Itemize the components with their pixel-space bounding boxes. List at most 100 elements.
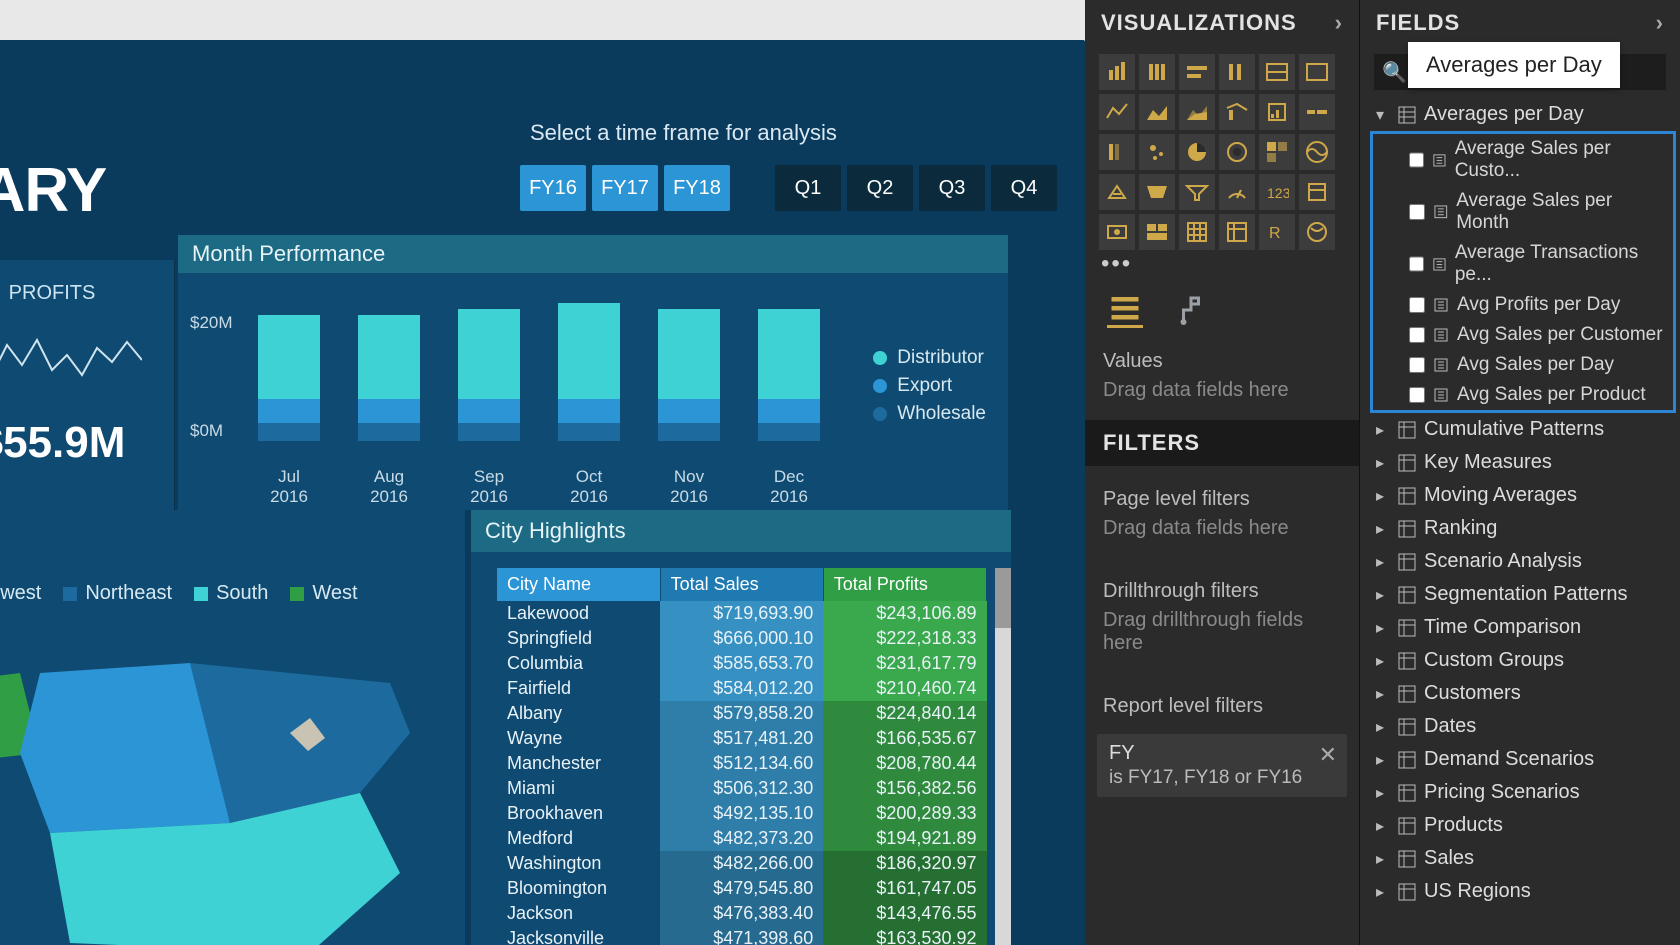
bar-Dec2016[interactable] <box>758 309 820 441</box>
viz-type-22[interactable]: 123 <box>1259 174 1295 210</box>
table-row[interactable]: Washington$482,266.00$186,320.97 <box>497 851 987 876</box>
table-row[interactable]: Medford$482,373.20$194,921.89 <box>497 826 987 851</box>
field-average-sales-per-month[interactable]: Average Sales per Month <box>1373 186 1673 238</box>
viz-type-10[interactable] <box>1259 94 1295 130</box>
remove-filter-icon[interactable]: ✕ <box>1319 742 1337 768</box>
table-key-measures[interactable]: ▸Key Measures <box>1366 446 1680 479</box>
table-row[interactable]: Jacksonville$471,398.60$163,530.92 <box>497 926 987 945</box>
bar-Oct2016[interactable] <box>558 303 620 441</box>
viz-type-29[interactable] <box>1299 214 1335 250</box>
bar-Jul2016[interactable] <box>258 315 320 441</box>
table-row[interactable]: Miami$506,312.30$156,382.56 <box>497 776 987 801</box>
field-checkbox[interactable] <box>1409 327 1425 343</box>
viz-type-12[interactable] <box>1099 134 1135 170</box>
viz-type-13[interactable] <box>1139 134 1175 170</box>
fy18-button[interactable]: FY18 <box>664 165 730 211</box>
table-row[interactable]: Manchester$512,134.60$208,780.44 <box>497 751 987 776</box>
table-pricing-scenarios[interactable]: ▸Pricing Scenarios <box>1366 776 1680 809</box>
page-filters-dropwell[interactable]: Drag data fields here <box>1085 517 1359 558</box>
table-row[interactable]: Brookhaven$492,135.10$200,289.33 <box>497 801 987 826</box>
fields-tab-icon[interactable] <box>1107 292 1143 328</box>
q2-button[interactable]: Q2 <box>847 165 913 211</box>
report-filter-fy[interactable]: FY is FY17, FY18 or FY16 ✕ <box>1097 734 1347 797</box>
field-checkbox[interactable] <box>1409 357 1425 373</box>
viz-type-25[interactable] <box>1139 214 1175 250</box>
format-tab-icon[interactable] <box>1173 292 1209 328</box>
col-city-name[interactable]: City Name <box>497 568 660 601</box>
table-row[interactable]: Bloomington$479,545.80$161,747.05 <box>497 876 987 901</box>
field-avg-sales-per-customer[interactable]: Avg Sales per Customer <box>1373 320 1673 350</box>
field-checkbox[interactable] <box>1409 297 1425 313</box>
viz-type-5[interactable] <box>1299 54 1335 90</box>
profits-kpi-card[interactable]: PROFITS $55.9M <box>0 260 175 510</box>
field-average-transactions-pe---[interactable]: Average Transactions pe... <box>1373 238 1673 290</box>
viz-type-21[interactable] <box>1219 174 1255 210</box>
table-row[interactable]: Lakewood$719,693.90$243,106.89 <box>497 601 987 626</box>
field-avg-profits-per-day[interactable]: Avg Profits per Day <box>1373 290 1673 320</box>
table-time-comparison[interactable]: ▸Time Comparison <box>1366 611 1680 644</box>
viz-type-28[interactable]: R <box>1259 214 1295 250</box>
viz-type-14[interactable] <box>1179 134 1215 170</box>
viz-type-17[interactable] <box>1299 134 1335 170</box>
field-checkbox[interactable] <box>1409 387 1425 403</box>
viz-type-0[interactable] <box>1099 54 1135 90</box>
bar-Nov2016[interactable] <box>658 309 720 441</box>
viz-type-1[interactable] <box>1139 54 1175 90</box>
map-card[interactable]: Midwest Northeast South West <box>0 510 465 945</box>
values-dropwell[interactable]: Drag data fields here <box>1085 379 1359 420</box>
viz-type-20[interactable] <box>1179 174 1215 210</box>
table-scenario-analysis[interactable]: ▸Scenario Analysis <box>1366 545 1680 578</box>
bar-Aug2016[interactable] <box>358 315 420 441</box>
month-performance-card[interactable]: Month Performance $20M $0M Jul 2016Aug 2… <box>178 235 1008 510</box>
viz-type-24[interactable] <box>1099 214 1135 250</box>
table-scrollbar[interactable] <box>995 568 1011 945</box>
table-row[interactable]: Columbia$585,653.70$231,617.79 <box>497 651 987 676</box>
table-ranking[interactable]: ▸Ranking <box>1366 512 1680 545</box>
city-highlights-card[interactable]: City Highlights City Name Total Sales To… <box>471 510 1011 945</box>
viz-type-19[interactable] <box>1139 174 1175 210</box>
viz-more-icon[interactable]: ••• <box>1085 250 1359 278</box>
drillthrough-dropwell[interactable]: Drag drillthrough fields here <box>1085 609 1359 673</box>
table-row[interactable]: Springfield$666,000.10$222,318.33 <box>497 626 987 651</box>
bar-Sep2016[interactable] <box>458 309 520 441</box>
fy16-button[interactable]: FY16 <box>520 165 586 211</box>
field-checkbox[interactable] <box>1409 256 1424 272</box>
collapse-viz-icon[interactable]: › <box>1335 10 1343 36</box>
table-row[interactable]: Jackson$476,383.40$143,476.55 <box>497 901 987 926</box>
field-average-sales-per-custo---[interactable]: Average Sales per Custo... <box>1373 134 1673 186</box>
table-products[interactable]: ▸Products <box>1366 809 1680 842</box>
collapse-fields-icon[interactable]: › <box>1656 10 1664 36</box>
viz-type-16[interactable] <box>1259 134 1295 170</box>
viz-type-15[interactable] <box>1219 134 1255 170</box>
table-customers[interactable]: ▸Customers <box>1366 677 1680 710</box>
table-moving-averages[interactable]: ▸Moving Averages <box>1366 479 1680 512</box>
viz-type-26[interactable] <box>1179 214 1215 250</box>
viz-type-4[interactable] <box>1259 54 1295 90</box>
q4-button[interactable]: Q4 <box>991 165 1057 211</box>
viz-type-6[interactable] <box>1099 94 1135 130</box>
table-dates[interactable]: ▸Dates <box>1366 710 1680 743</box>
col-total-profits[interactable]: Total Profits <box>823 568 986 601</box>
viz-type-3[interactable] <box>1219 54 1255 90</box>
fy17-button[interactable]: FY17 <box>592 165 658 211</box>
table-row[interactable]: Fairfield$584,012.20$210,460.74 <box>497 676 987 701</box>
viz-type-23[interactable] <box>1299 174 1335 210</box>
table-averages-per-day[interactable]: ▾ Averages per Day <box>1366 98 1680 131</box>
field-checkbox[interactable] <box>1409 204 1425 220</box>
q1-button[interactable]: Q1 <box>775 165 841 211</box>
viz-type-2[interactable] <box>1179 54 1215 90</box>
table-sales[interactable]: ▸Sales <box>1366 842 1680 875</box>
q3-button[interactable]: Q3 <box>919 165 985 211</box>
table-segmentation-patterns[interactable]: ▸Segmentation Patterns <box>1366 578 1680 611</box>
viz-type-9[interactable] <box>1219 94 1255 130</box>
field-avg-sales-per-day[interactable]: Avg Sales per Day <box>1373 350 1673 380</box>
table-demand-scenarios[interactable]: ▸Demand Scenarios <box>1366 743 1680 776</box>
viz-type-18[interactable] <box>1099 174 1135 210</box>
field-avg-sales-per-product[interactable]: Avg Sales per Product <box>1373 380 1673 410</box>
viz-type-7[interactable] <box>1139 94 1175 130</box>
table-custom-groups[interactable]: ▸Custom Groups <box>1366 644 1680 677</box>
col-total-sales[interactable]: Total Sales <box>660 568 823 601</box>
table-us-regions[interactable]: ▸US Regions <box>1366 875 1680 908</box>
table-row[interactable]: Albany$579,858.20$224,840.14 <box>497 701 987 726</box>
table-row[interactable]: Wayne$517,481.20$166,535.67 <box>497 726 987 751</box>
